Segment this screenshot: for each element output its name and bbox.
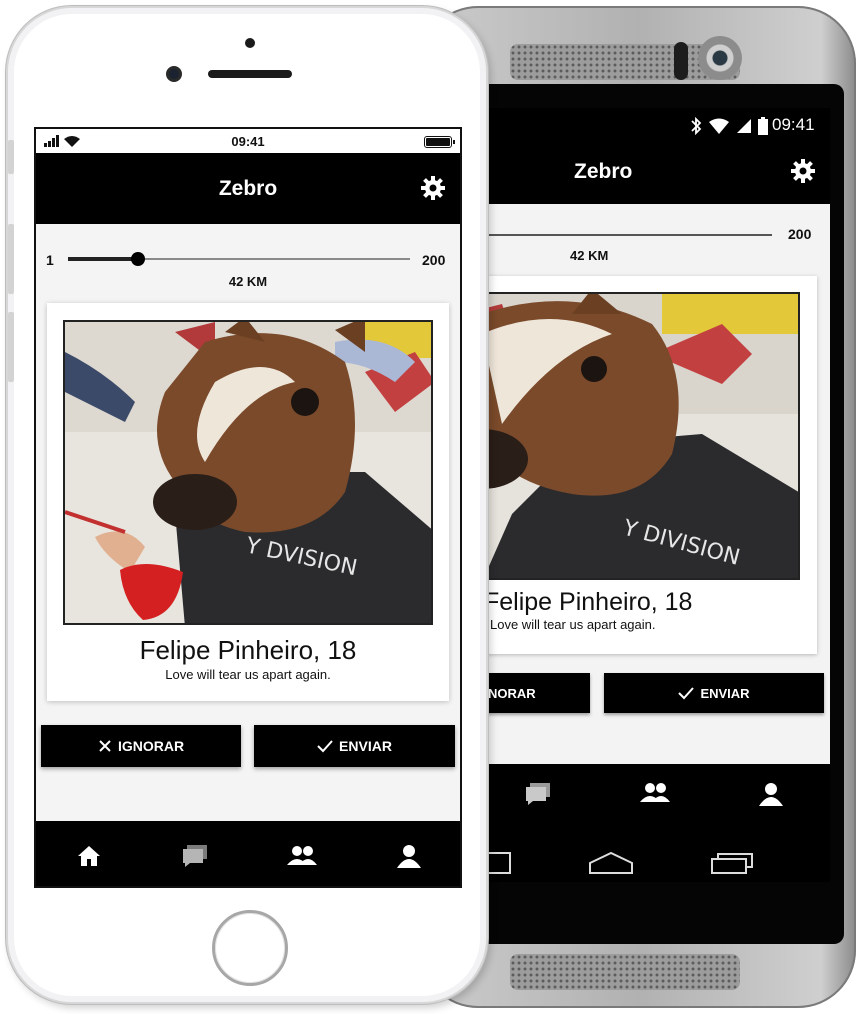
iphone-earpiece bbox=[208, 70, 292, 78]
android-home-button-icon[interactable] bbox=[588, 842, 634, 882]
home-button[interactable] bbox=[212, 910, 288, 986]
android-front-camera bbox=[698, 36, 742, 80]
distance-slider-track[interactable] bbox=[68, 252, 410, 266]
battery-icon bbox=[758, 117, 768, 135]
iphone-front-camera bbox=[166, 66, 182, 82]
mute-switch bbox=[8, 140, 14, 174]
settings-gear-icon[interactable] bbox=[420, 175, 446, 201]
android-send-button[interactable]: ENVIAR bbox=[604, 673, 824, 713]
tab-profile[interactable] bbox=[394, 841, 424, 871]
ignore-label: IGNORAR bbox=[117, 738, 185, 754]
android-distance-max-label: 200 bbox=[788, 226, 812, 242]
volume-up-button bbox=[8, 224, 14, 294]
close-icon bbox=[99, 740, 111, 752]
android-status-time: 09:41 bbox=[772, 115, 815, 134]
send-button[interactable]: ENVIAR bbox=[254, 725, 455, 767]
android-recents-button-icon[interactable] bbox=[710, 842, 754, 882]
distance-value: 42 KM bbox=[228, 274, 268, 289]
tab-home[interactable] bbox=[74, 841, 104, 871]
distance-min-label: 1 bbox=[46, 252, 54, 268]
profile-bio: Love will tear us apart again. bbox=[165, 667, 331, 682]
profile-name: Felipe Pinheiro, 18 bbox=[139, 635, 357, 665]
ios-status-bar: 09:41 bbox=[36, 129, 460, 153]
distance-slider-fill bbox=[68, 257, 138, 261]
distance-slider-thumb[interactable] bbox=[131, 252, 145, 266]
distance-max-label: 200 bbox=[422, 252, 446, 268]
distance-slider: 1 200 42 KM bbox=[36, 224, 460, 302]
android-bottom-speaker bbox=[510, 954, 740, 990]
ios-status-time: 09:41 bbox=[231, 134, 265, 149]
battery-icon bbox=[424, 136, 455, 148]
cell-signal-icon bbox=[737, 119, 751, 133]
proximity-sensor bbox=[245, 38, 255, 48]
tab-chat[interactable] bbox=[180, 841, 210, 871]
app-bar: Zebro bbox=[36, 153, 460, 224]
check-icon bbox=[678, 687, 695, 700]
check-icon bbox=[317, 740, 333, 753]
wifi-icon bbox=[709, 118, 729, 134]
person-icon[interactable] bbox=[758, 782, 784, 806]
profile-photo: Y DVISION bbox=[63, 320, 433, 625]
iphone-screen: 09:41 Zebro 1 200 42 KM Y DVISION Felipe… bbox=[34, 127, 462, 888]
tab-groups[interactable] bbox=[287, 841, 317, 871]
android-profile-bio: Love will tear us apart again. bbox=[490, 617, 656, 632]
android-distance-value: 42 KM bbox=[570, 248, 609, 263]
app-title: Zebro bbox=[218, 177, 278, 200]
volume-down-button bbox=[8, 312, 14, 382]
android-settings-gear-icon[interactable] bbox=[790, 158, 816, 184]
android-profile-name: Felipe Pinheiro, 18 bbox=[484, 588, 693, 616]
group-icon[interactable] bbox=[640, 782, 670, 804]
group-icon bbox=[287, 846, 317, 865]
bottom-nav bbox=[36, 821, 460, 886]
person-icon bbox=[397, 845, 421, 868]
ignore-button[interactable]: IGNORAR bbox=[41, 725, 241, 767]
send-label: ENVIAR bbox=[339, 738, 392, 754]
android-sensor bbox=[674, 42, 688, 80]
chat-icon[interactable] bbox=[524, 782, 552, 806]
profile-card[interactable]: Y DVISION Felipe Pinheiro, 18 Love will … bbox=[47, 303, 449, 701]
android-send-label: ENVIAR bbox=[700, 685, 750, 701]
home-icon bbox=[78, 846, 100, 866]
bluetooth-icon bbox=[691, 117, 702, 135]
chat-icon bbox=[183, 845, 207, 867]
